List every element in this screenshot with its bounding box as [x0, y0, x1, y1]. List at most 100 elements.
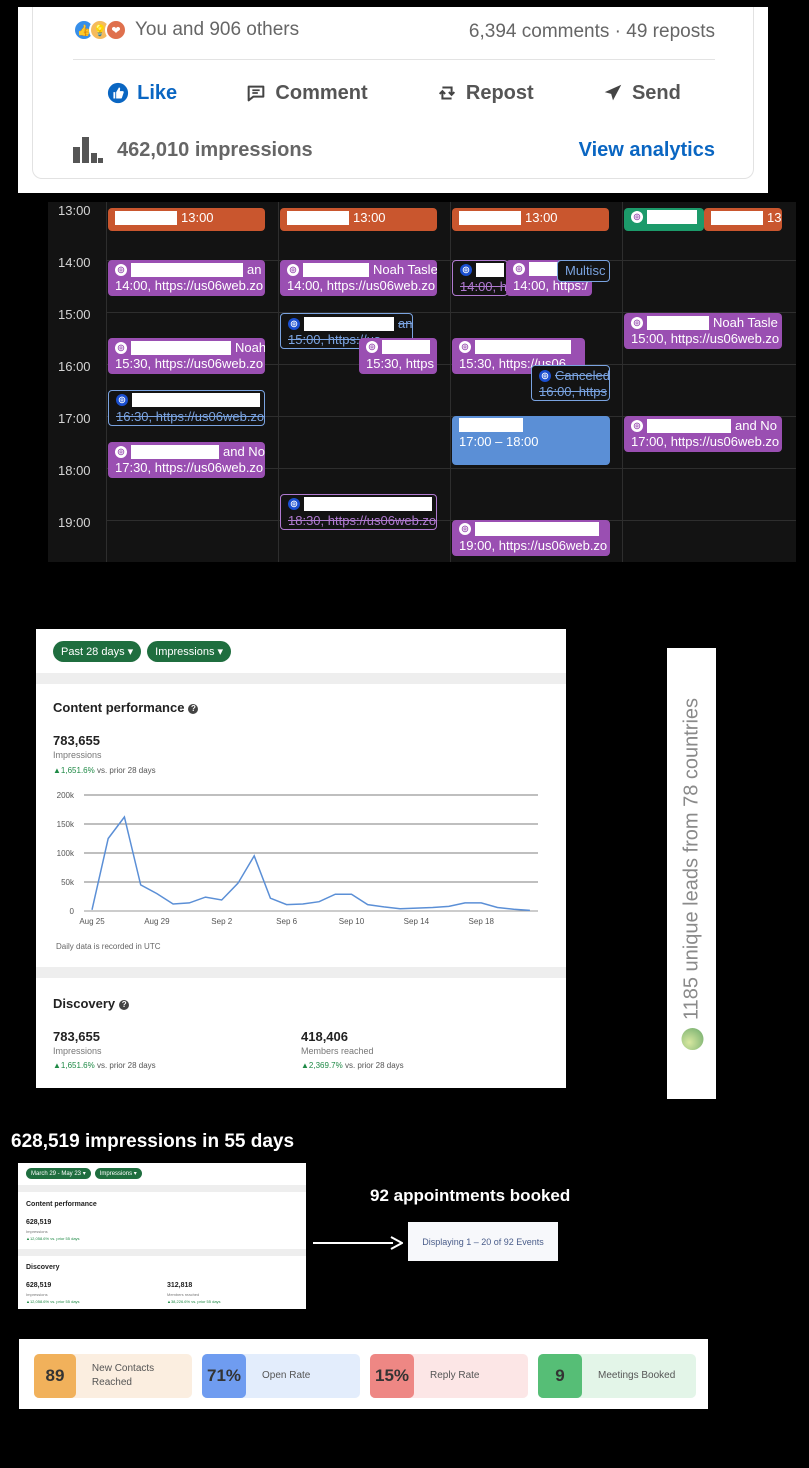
delta-suffix: vs. prior 28 days: [344, 1061, 404, 1070]
calendar-event[interactable]: ◎ and No 17:30, https://us06web.zo: [108, 442, 265, 478]
members-value: 312,818: [167, 1282, 193, 1289]
section-divider: [36, 967, 566, 978]
stat-open-rate: 71% Open Rate: [202, 1354, 360, 1398]
metric-value: 783,655: [53, 1029, 100, 1044]
redacted-block: [475, 340, 571, 354]
impressions-value: 628,519: [26, 1282, 52, 1289]
y-tick-label: 50k: [61, 878, 75, 887]
impressions-headline: 628,519 impressions in 55 days: [11, 1131, 295, 1152]
metric-label: Impressions: [53, 1046, 102, 1056]
events-count-box: Displaying 1 – 20 of 92 Events: [408, 1222, 558, 1261]
calendar-event[interactable]: ◎ Noah Tasle 14:00, https://us06web.zo: [280, 260, 437, 296]
calendar-event[interactable]: 13: [704, 208, 782, 231]
metric-filter[interactable]: Impressions: [94, 1168, 142, 1179]
date-range-filter[interactable]: March 29 - May 23: [26, 1168, 91, 1179]
calendar-event-canceled[interactable]: ◎ Canceled 16:00, https: [531, 365, 610, 401]
mini-analytics-panel: March 29 - May 23 Impressions Content pe…: [18, 1163, 306, 1309]
redacted-block: [115, 211, 177, 225]
zoom-icon: ◎: [115, 342, 127, 354]
thumbs-up-icon: [108, 82, 129, 104]
repost-icon: [438, 86, 455, 100]
repost-button[interactable]: Repost: [436, 82, 534, 105]
redacted-block: [132, 393, 260, 407]
stat-value: 89: [34, 1354, 76, 1398]
content-performance-label: Content performance: [53, 700, 185, 715]
calendar-event[interactable]: ◎ 15:30, https: [359, 338, 437, 374]
view-analytics-link[interactable]: View analytics: [579, 139, 715, 162]
section-divider: [36, 673, 566, 684]
x-tick-label: Sep 6: [276, 917, 297, 926]
redacted-block: [131, 445, 219, 459]
impressions-value: 628,519: [26, 1219, 52, 1226]
redacted-block: [475, 522, 599, 536]
calendar-event[interactable]: ◎ Noah Tasle 15:00, https://us06web.zo: [624, 313, 782, 349]
calendar-event[interactable]: ◎: [624, 208, 704, 231]
redacted-block: [529, 262, 559, 276]
event-details: 17:00, https://us06web.zo: [631, 434, 780, 449]
calendar-event[interactable]: 13:00: [108, 208, 265, 231]
redacted-block: [382, 340, 430, 354]
calendar-event-selected[interactable]: 17:00 – 18:00: [452, 416, 610, 465]
calendar-event[interactable]: 13:00: [452, 208, 609, 231]
metric-filter[interactable]: Impressions: [147, 641, 232, 662]
stat-reply-rate: 15% Reply Rate: [370, 1354, 528, 1398]
filter-pills: Past 28 days Impressions: [53, 641, 232, 662]
day-divider: [278, 202, 279, 562]
calendar-event[interactable]: ◎ 19:00, https://us06web.zo: [452, 520, 610, 556]
delta-value: 1,651.6%: [60, 1061, 95, 1070]
date-range-filter[interactable]: Past 28 days: [53, 641, 142, 662]
zoom-icon: ◎: [287, 264, 299, 276]
calendar-event[interactable]: Multisc: [557, 260, 610, 282]
zoom-icon: ◎: [288, 498, 300, 510]
redacted-block: [459, 211, 521, 225]
stat-label: Open Rate: [262, 1370, 311, 1381]
help-icon[interactable]: ?: [188, 703, 199, 714]
comments-reposts-count[interactable]: 6,394 comments · 49 reposts: [469, 21, 715, 43]
impressions-series-line: [91, 815, 530, 912]
section-divider: [18, 1249, 306, 1256]
event-title: and No: [223, 444, 265, 459]
calendar-event-canceled[interactable]: ◎ 16:30, https://us06web.zo: [108, 390, 265, 426]
help-icon[interactable]: ?: [119, 999, 130, 1010]
calendar-event-canceled[interactable]: ◎ 14:00, h: [452, 260, 508, 296]
zoom-icon: ◎: [631, 317, 643, 329]
calendar-event[interactable]: ◎ an 14:00, https://us06web.zo: [108, 260, 265, 296]
discovery-members-reached: 418,406 Members reached ▲2,369.7% vs. pr…: [301, 1029, 404, 1070]
redacted-block: [476, 263, 504, 277]
metric-label: Members reached: [301, 1046, 374, 1056]
zoom-icon: ◎: [115, 264, 127, 276]
delta-suffix: vs. prior 28 days: [96, 1061, 156, 1070]
divider: [73, 59, 715, 60]
time-label: 13:00: [58, 203, 91, 218]
calendar-event-canceled[interactable]: ◎ 18:30, https://us06web.zo: [280, 494, 437, 530]
like-button[interactable]: Like: [107, 82, 177, 105]
redacted-block: [304, 497, 432, 511]
calendar-event[interactable]: ◎ and No 17:00, https://us06web.zo: [624, 416, 782, 452]
calendar-event[interactable]: 13:00: [280, 208, 437, 231]
redacted-block: [131, 341, 231, 355]
reactions-summary[interactable]: 👍 💡 ❤ You and 906 others: [73, 19, 299, 41]
discovery-title: Discovery?: [53, 996, 130, 1011]
calendar-event[interactable]: ◎ Noah 15:30, https://us06web.zo: [108, 338, 265, 374]
day-divider: [622, 202, 623, 562]
event-time: 13:00: [525, 210, 558, 225]
zoom-icon: ◎: [115, 446, 127, 458]
leads-banner: 1185 unique leads from 78 countries: [667, 648, 716, 1099]
comment-button[interactable]: Comment: [245, 82, 368, 105]
event-time: 13:00: [181, 210, 214, 225]
members-label: Members reached: [167, 1292, 200, 1297]
appointments-headline: 92 appointments booked: [370, 1186, 571, 1205]
time-label: 18:00: [58, 463, 91, 478]
send-button[interactable]: Send: [602, 82, 681, 105]
delta-up-icon: ▲: [53, 1061, 61, 1070]
zoom-icon: ◎: [459, 341, 471, 353]
redacted-block: [287, 211, 349, 225]
globe-icon: [680, 1027, 703, 1050]
stat-value: 15%: [370, 1354, 414, 1398]
redacted-block: [459, 418, 523, 432]
metric-value: 418,406: [301, 1029, 348, 1044]
y-tick-label: 0: [70, 907, 75, 916]
stat-meetings-booked: 9 Meetings Booked: [538, 1354, 696, 1398]
event-title: Noah: [235, 340, 265, 355]
zoom-icon: ◎: [460, 264, 472, 276]
